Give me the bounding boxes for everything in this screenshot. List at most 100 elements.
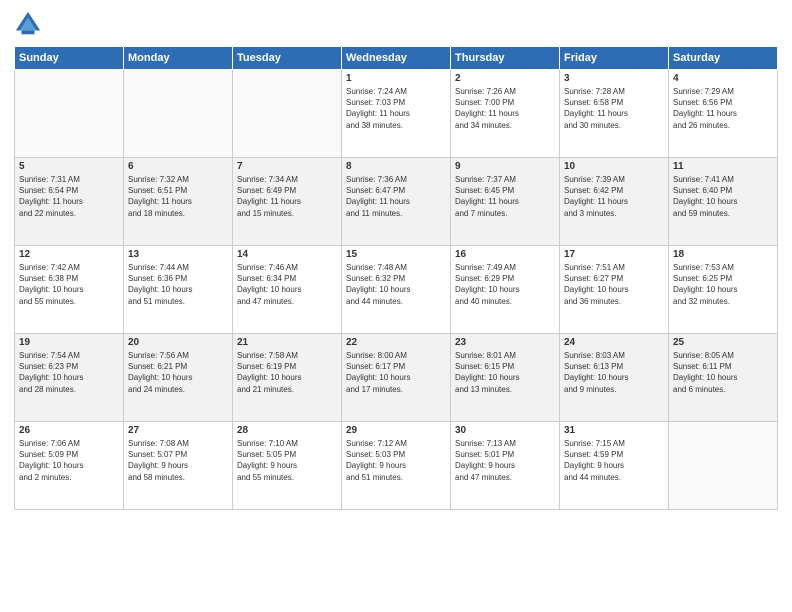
day-info: Sunrise: 8:00 AM Sunset: 6:17 PM Dayligh… bbox=[346, 350, 446, 395]
calendar-cell: 14Sunrise: 7:46 AM Sunset: 6:34 PM Dayli… bbox=[233, 246, 342, 334]
day-info: Sunrise: 7:49 AM Sunset: 6:29 PM Dayligh… bbox=[455, 262, 555, 307]
day-info: Sunrise: 7:41 AM Sunset: 6:40 PM Dayligh… bbox=[673, 174, 773, 219]
day-number: 7 bbox=[237, 161, 337, 172]
day-info: Sunrise: 7:13 AM Sunset: 5:01 PM Dayligh… bbox=[455, 438, 555, 483]
weekday-header-sunday: Sunday bbox=[15, 47, 124, 70]
calendar-cell: 7 Sunrise: 7:34 AM Sunset: 6:49 PM Daylig… bbox=[233, 158, 342, 246]
day-info: Sunrise: 7:06 AM Sunset: 5:09 PM Dayligh… bbox=[19, 438, 119, 483]
day-info: Sunrise: 7:39 AM Sunset: 6:42 PM Dayligh… bbox=[564, 174, 664, 219]
day-info: Sunrise: 7:54 AM Sunset: 6:23 PM Dayligh… bbox=[19, 350, 119, 395]
calendar-cell: 27Sunrise: 7:08 AM Sunset: 5:07 PM Dayli… bbox=[124, 422, 233, 510]
calendar-cell: 16 Sunrise: 7:49 AM Sunset: 6:29 PM Dayli… bbox=[451, 246, 560, 334]
day-info: Sunrise: 7:12 AM Sunset: 5:03 PM Dayligh… bbox=[346, 438, 446, 483]
weekday-header-monday: Monday bbox=[124, 47, 233, 70]
day-number: 19 bbox=[19, 337, 119, 348]
calendar-cell: 30 Sunrise: 7:13 AM Sunset: 5:01 PM Dayli… bbox=[451, 422, 560, 510]
day-info: Sunrise: 7:34 AM Sunset: 6:49 PM Dayligh… bbox=[237, 174, 337, 219]
day-info: Sunrise: 7:29 AM Sunset: 6:56 PM Dayligh… bbox=[673, 86, 773, 131]
calendar-cell: 8Sunrise: 7:36 AM Sunset: 6:47 PM Daylig… bbox=[342, 158, 451, 246]
weekday-header-wednesday: Wednesday bbox=[342, 47, 451, 70]
calendar-cell: 25Sunrise: 8:05 AM Sunset: 6:11 PM Dayli… bbox=[669, 334, 778, 422]
day-number: 1 bbox=[346, 73, 446, 84]
day-info: Sunrise: 7:51 AM Sunset: 6:27 PM Dayligh… bbox=[564, 262, 664, 307]
day-info: Sunrise: 7:53 AM Sunset: 6:25 PM Dayligh… bbox=[673, 262, 773, 307]
calendar-week-row: 1 Sunrise: 7:24 AM Sunset: 7:03 PM Daylig… bbox=[15, 70, 778, 158]
calendar-cell: 17 Sunrise: 7:51 AM Sunset: 6:27 PM Dayli… bbox=[560, 246, 669, 334]
day-number: 2 bbox=[455, 73, 555, 84]
logo-icon bbox=[14, 10, 42, 38]
calendar-cell: 15 Sunrise: 7:48 AM Sunset: 6:32 PM Dayli… bbox=[342, 246, 451, 334]
calendar-week-row: 5 Sunrise: 7:31 AM Sunset: 6:54 PM Daylig… bbox=[15, 158, 778, 246]
calendar-cell: 24 Sunrise: 8:03 AM Sunset: 6:13 PM Dayli… bbox=[560, 334, 669, 422]
calendar-cell: 6 Sunrise: 7:32 AM Sunset: 6:51 PM Daylig… bbox=[124, 158, 233, 246]
day-number: 6 bbox=[128, 161, 228, 172]
day-number: 21 bbox=[237, 337, 337, 348]
day-info: Sunrise: 7:46 AM Sunset: 6:34 PM Dayligh… bbox=[237, 262, 337, 307]
weekday-header-tuesday: Tuesday bbox=[233, 47, 342, 70]
day-number: 9 bbox=[455, 161, 555, 172]
day-number: 4 bbox=[673, 73, 773, 84]
weekday-header-thursday: Thursday bbox=[451, 47, 560, 70]
day-number: 10 bbox=[564, 161, 664, 172]
day-info: Sunrise: 7:44 AM Sunset: 6:36 PM Dayligh… bbox=[128, 262, 228, 307]
day-info: Sunrise: 7:10 AM Sunset: 5:05 PM Dayligh… bbox=[237, 438, 337, 483]
day-info: Sunrise: 7:24 AM Sunset: 7:03 PM Dayligh… bbox=[346, 86, 446, 131]
day-number: 22 bbox=[346, 337, 446, 348]
calendar-cell: 21Sunrise: 7:58 AM Sunset: 6:19 PM Dayli… bbox=[233, 334, 342, 422]
calendar-week-row: 26 Sunrise: 7:06 AM Sunset: 5:09 PM Dayli… bbox=[15, 422, 778, 510]
day-info: Sunrise: 7:26 AM Sunset: 7:00 PM Dayligh… bbox=[455, 86, 555, 131]
weekday-header-saturday: Saturday bbox=[669, 47, 778, 70]
day-number: 26 bbox=[19, 425, 119, 436]
calendar-cell: 2 Sunrise: 7:26 AM Sunset: 7:00 PM Daylig… bbox=[451, 70, 560, 158]
calendar-week-row: 19 Sunrise: 7:54 AM Sunset: 6:23 PM Dayli… bbox=[15, 334, 778, 422]
calendar-cell: 4 Sunrise: 7:29 AM Sunset: 6:56 PM Daylig… bbox=[669, 70, 778, 158]
day-number: 29 bbox=[346, 425, 446, 436]
day-info: Sunrise: 7:36 AM Sunset: 6:47 PM Dayligh… bbox=[346, 174, 446, 219]
day-number: 20 bbox=[128, 337, 228, 348]
day-info: Sunrise: 7:28 AM Sunset: 6:58 PM Dayligh… bbox=[564, 86, 664, 131]
weekday-header-row: SundayMondayTuesdayWednesdayThursdayFrid… bbox=[15, 47, 778, 70]
calendar-cell: 28 Sunrise: 7:10 AM Sunset: 5:05 PM Dayli… bbox=[233, 422, 342, 510]
day-number: 3 bbox=[564, 73, 664, 84]
day-info: Sunrise: 7:32 AM Sunset: 6:51 PM Dayligh… bbox=[128, 174, 228, 219]
day-info: Sunrise: 7:37 AM Sunset: 6:45 PM Dayligh… bbox=[455, 174, 555, 219]
calendar-cell: 26 Sunrise: 7:06 AM Sunset: 5:09 PM Dayli… bbox=[15, 422, 124, 510]
day-number: 24 bbox=[564, 337, 664, 348]
calendar-cell: 11 Sunrise: 7:41 AM Sunset: 6:40 PM Dayli… bbox=[669, 158, 778, 246]
day-info: Sunrise: 7:15 AM Sunset: 4:59 PM Dayligh… bbox=[564, 438, 664, 483]
calendar-cell: 22 Sunrise: 8:00 AM Sunset: 6:17 PM Dayli… bbox=[342, 334, 451, 422]
calendar-cell: 10 Sunrise: 7:39 AM Sunset: 6:42 PM Dayli… bbox=[560, 158, 669, 246]
day-info: Sunrise: 7:48 AM Sunset: 6:32 PM Dayligh… bbox=[346, 262, 446, 307]
calendar-cell: 13 Sunrise: 7:44 AM Sunset: 6:36 PM Dayli… bbox=[124, 246, 233, 334]
day-number: 23 bbox=[455, 337, 555, 348]
calendar-cell: 18 Sunrise: 7:53 AM Sunset: 6:25 PM Dayli… bbox=[669, 246, 778, 334]
weekday-header-friday: Friday bbox=[560, 47, 669, 70]
logo bbox=[14, 10, 46, 38]
calendar-cell: 23 Sunrise: 8:01 AM Sunset: 6:15 PM Dayli… bbox=[451, 334, 560, 422]
day-number: 30 bbox=[455, 425, 555, 436]
calendar-week-row: 12Sunrise: 7:42 AM Sunset: 6:38 PM Dayli… bbox=[15, 246, 778, 334]
day-number: 11 bbox=[673, 161, 773, 172]
day-info: Sunrise: 7:56 AM Sunset: 6:21 PM Dayligh… bbox=[128, 350, 228, 395]
day-info: Sunrise: 7:31 AM Sunset: 6:54 PM Dayligh… bbox=[19, 174, 119, 219]
day-number: 13 bbox=[128, 249, 228, 260]
day-number: 31 bbox=[564, 425, 664, 436]
calendar-cell bbox=[669, 422, 778, 510]
calendar-cell: 9 Sunrise: 7:37 AM Sunset: 6:45 PM Daylig… bbox=[451, 158, 560, 246]
calendar-cell bbox=[15, 70, 124, 158]
day-number: 16 bbox=[455, 249, 555, 260]
day-info: Sunrise: 8:01 AM Sunset: 6:15 PM Dayligh… bbox=[455, 350, 555, 395]
day-number: 15 bbox=[346, 249, 446, 260]
calendar-cell: 19 Sunrise: 7:54 AM Sunset: 6:23 PM Dayli… bbox=[15, 334, 124, 422]
day-number: 18 bbox=[673, 249, 773, 260]
calendar-cell: 31 Sunrise: 7:15 AM Sunset: 4:59 PM Dayli… bbox=[560, 422, 669, 510]
calendar-page: SundayMondayTuesdayWednesdayThursdayFrid… bbox=[0, 0, 792, 612]
day-info: Sunrise: 8:03 AM Sunset: 6:13 PM Dayligh… bbox=[564, 350, 664, 395]
day-number: 28 bbox=[237, 425, 337, 436]
calendar-cell bbox=[233, 70, 342, 158]
day-number: 27 bbox=[128, 425, 228, 436]
day-number: 17 bbox=[564, 249, 664, 260]
calendar-cell bbox=[124, 70, 233, 158]
day-number: 5 bbox=[19, 161, 119, 172]
day-info: Sunrise: 8:05 AM Sunset: 6:11 PM Dayligh… bbox=[673, 350, 773, 395]
